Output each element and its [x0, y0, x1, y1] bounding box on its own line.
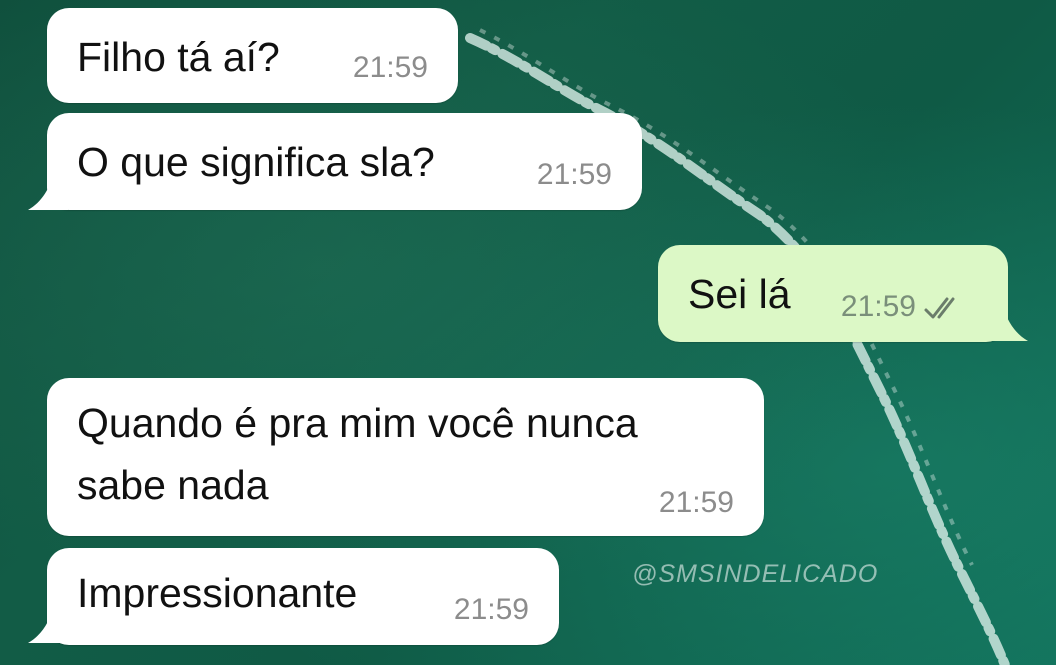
message-text: Filho tá aí? [77, 34, 280, 80]
watermark: @SMSINDELICADO [632, 560, 879, 588]
message-text: Sei lá [688, 271, 791, 317]
message-bubble-incoming[interactable]: Impressionante 21:59 [47, 548, 559, 645]
message-text: Impressionante [77, 570, 358, 616]
message-time: 21:59 [840, 290, 916, 323]
bubble-tail [28, 172, 68, 210]
bubble-tail [990, 303, 1028, 341]
message-time: 21:59 [536, 158, 612, 191]
message-bubble-incoming[interactable]: Filho tá aí? 21:59 [47, 8, 458, 103]
message-bubble-incoming[interactable]: O que significa sla? 21:59 [47, 113, 642, 210]
message-bubble-incoming[interactable]: Quando é pra mim você nunca sabe nada 21… [47, 378, 764, 536]
message-text-line: Quando é pra mim você nunca [77, 400, 638, 446]
message-bubble-outgoing[interactable]: Sei lá 21:59 [658, 245, 1008, 342]
bubble-tail [28, 605, 68, 643]
message-time: 21:59 [658, 486, 734, 519]
message-text-line: sabe nada [77, 462, 269, 508]
message-text: O que significa sla? [77, 139, 435, 185]
message-time: 21:59 [453, 593, 529, 626]
double-check-icon [924, 297, 955, 319]
message-time: 21:59 [352, 51, 428, 84]
